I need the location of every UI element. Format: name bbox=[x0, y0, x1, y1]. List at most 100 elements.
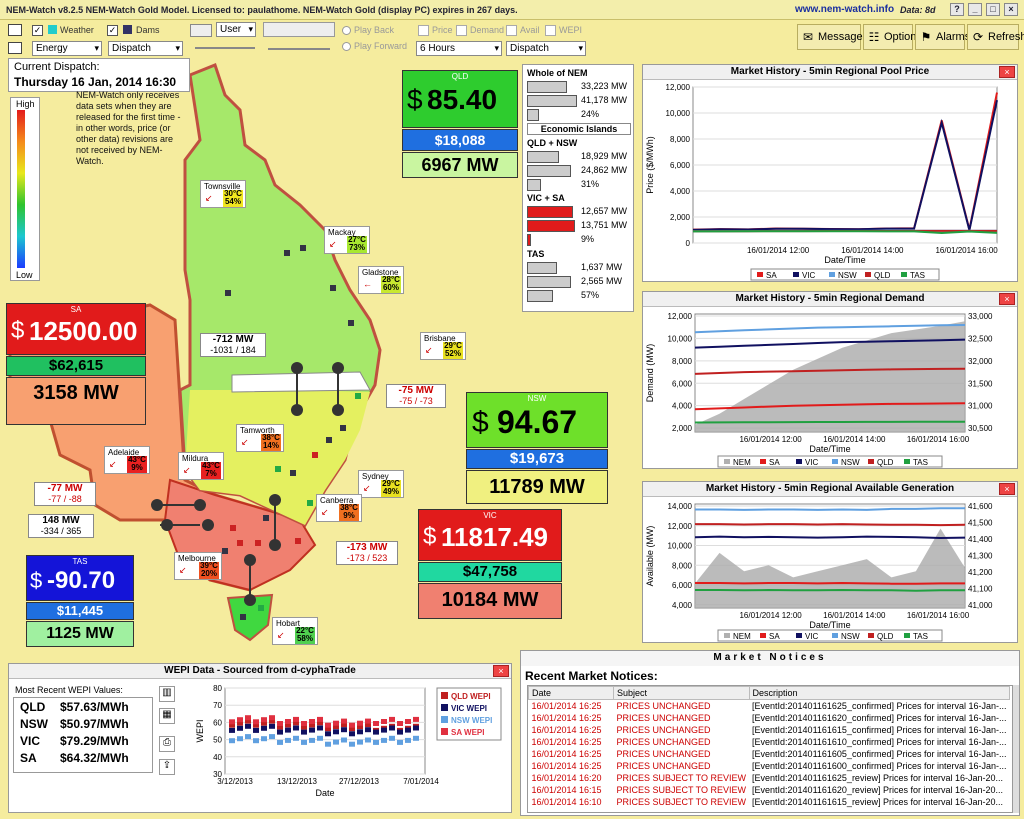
notice-row[interactable]: 16/01/2014 16:25 PRICES UNCHANGED [EventId… bbox=[529, 736, 1010, 748]
x-tick-label: 16/01/2014 12:00 bbox=[747, 246, 810, 255]
city-gladstone[interactable]: Gladstone ← 28°C 60% bbox=[358, 266, 404, 294]
y-tick-label: 12,000 bbox=[668, 312, 693, 321]
wepi-point bbox=[381, 737, 387, 743]
city-brisbane[interactable]: Brisbane ↙ 29°C 52% bbox=[420, 332, 466, 360]
murraylink-limits: -334 / 365 bbox=[40, 526, 82, 536]
col-date[interactable]: Date bbox=[528, 686, 614, 700]
y2-tick-label: 41,200 bbox=[968, 568, 993, 577]
y2-tick-label: 31,500 bbox=[968, 379, 993, 388]
y-tick-label: 80 bbox=[213, 684, 222, 693]
col-subject[interactable]: Subject bbox=[612, 686, 750, 700]
legend-label: VIC bbox=[805, 458, 819, 467]
vic-price-box[interactable]: VIC $ 11817.49 bbox=[418, 509, 562, 561]
sa-fcas-box: $62,615 bbox=[6, 356, 146, 376]
wepi-point bbox=[309, 719, 315, 724]
close-wepi-button[interactable]: × bbox=[493, 665, 509, 677]
website-link[interactable]: www.nem-watch.info bbox=[795, 4, 894, 15]
qni-flow-box[interactable]: -712 MW -1031 / 184 bbox=[200, 333, 266, 357]
vic-demand-box: 10184 MW bbox=[418, 583, 562, 619]
alarms-button[interactable]: ⚑ Alarms bbox=[915, 24, 970, 50]
city-canberra[interactable]: Canberra ↙ 38°C 9% bbox=[316, 494, 362, 522]
notice-row[interactable]: 16/01/2014 16:25 PRICES UNCHANGED [EventId… bbox=[529, 724, 1010, 736]
city-weather: 39°C 20% bbox=[199, 562, 219, 579]
tas-price-box[interactable]: TAS $ -90.70 bbox=[26, 555, 134, 601]
messages-button[interactable]: ✉ Messages bbox=[797, 24, 868, 50]
legend-label: NSW bbox=[838, 271, 857, 280]
wepi-point bbox=[397, 739, 403, 745]
col-description[interactable]: Description bbox=[748, 686, 1011, 700]
legend-swatch bbox=[757, 272, 763, 277]
notice-row[interactable]: 16/01/2014 16:25 PRICES UNCHANGED [EventId… bbox=[529, 712, 1010, 724]
whole-nem-bar bbox=[527, 95, 577, 107]
city-sydney[interactable]: Sydney ↙ 29°C 49% bbox=[358, 470, 404, 498]
notice-subject: PRICES SUBJECT TO REVIEW bbox=[616, 784, 747, 795]
wind-arrow-icon: ↙ bbox=[277, 630, 285, 640]
legend-swatch bbox=[441, 704, 448, 711]
y-tick-label: 10,000 bbox=[666, 109, 691, 118]
notice-description: [EventId:201401161600_confirmed] Prices … bbox=[752, 760, 1007, 771]
notices-scrollbar[interactable] bbox=[1013, 685, 1019, 813]
avail-chart: 14,000 12,000 10,000 8,000 6,000 4,000 41,600 4… bbox=[645, 502, 993, 642]
wepi-point bbox=[397, 721, 403, 726]
city-humidity: 9% bbox=[131, 463, 143, 472]
dir-flow-box[interactable]: -75 MW -75 / -73 bbox=[386, 384, 446, 408]
wind-arrow-icon: ↙ bbox=[183, 465, 191, 475]
notice-row[interactable]: 16/01/2014 16:10 PRICES SUBJECT TO REVIEW… bbox=[529, 796, 1010, 808]
help-button[interactable]: ? bbox=[950, 3, 964, 16]
city-mildura[interactable]: Mildura ↙ 43°C 7% bbox=[178, 452, 224, 480]
city-townsville[interactable]: Townsville ↙ 30°C 54% bbox=[200, 180, 246, 208]
notice-row[interactable]: 16/01/2014 16:15 PRICES SUBJECT TO REVIEW… bbox=[529, 784, 1010, 796]
wepi-chart: 8070605040303/12/2013 13/12/2013 27/12/201… bbox=[195, 684, 502, 798]
city-hobart[interactable]: Hobart ↙ 22°C 58% bbox=[272, 617, 318, 645]
close-price-chart-button[interactable]: × bbox=[999, 66, 1015, 78]
notice-date: 16/01/2014 16:25 bbox=[531, 700, 602, 711]
wepi-point bbox=[293, 716, 299, 722]
wepi-point bbox=[245, 734, 251, 740]
whole-nem-demand: 33,223 MW bbox=[581, 81, 628, 91]
table-icon[interactable]: ▦ bbox=[159, 708, 175, 724]
wepi-title: WEPI Data - Sourced from d-cyphaTrade bbox=[9, 664, 511, 679]
maximize-button[interactable]: □ bbox=[986, 3, 1000, 16]
sa-demand: 3158 MW bbox=[33, 382, 119, 404]
y-axis-label: Demand (MW) bbox=[645, 344, 655, 403]
refresh-button[interactable]: ⟳ Refresh bbox=[967, 24, 1024, 50]
heywood-flow-box[interactable]: -77 MW -77 / -88 bbox=[34, 482, 96, 506]
y-axis-label: Price ($/MWh) bbox=[645, 136, 655, 194]
legend-label: TAS bbox=[913, 632, 928, 641]
notice-row[interactable]: 16/01/2014 16:25 PRICES UNCHANGED [EventId… bbox=[529, 700, 1010, 712]
notice-row[interactable]: 16/01/2014 16:20 PRICES SUBJECT TO REVIEW… bbox=[529, 772, 1010, 784]
y-tick-label: 2,000 bbox=[670, 213, 691, 222]
wepi-point bbox=[261, 725, 267, 731]
qld-nsw-bar bbox=[527, 165, 571, 177]
close-window-button[interactable]: × bbox=[1004, 3, 1018, 16]
close-demand-chart-button[interactable]: × bbox=[999, 293, 1015, 305]
wind-arrow-icon: ← bbox=[363, 279, 372, 289]
notice-subject: PRICES SUBJECT TO REVIEW bbox=[616, 772, 747, 783]
qld-price-box[interactable]: QLD $ 85.40 bbox=[402, 70, 518, 128]
heywood-limits: -77 / -88 bbox=[48, 494, 82, 504]
murraylink-flow-box[interactable]: 148 MW -334 / 365 bbox=[28, 514, 94, 538]
export-icon[interactable]: ⇪ bbox=[159, 759, 175, 775]
sa-price-box[interactable]: SA $ 12500.00 bbox=[6, 303, 146, 355]
legend-label: NSW bbox=[841, 458, 860, 467]
options-button[interactable]: ☷ Options bbox=[863, 24, 922, 50]
city-humidity: 52% bbox=[444, 349, 461, 358]
close-avail-chart-button[interactable]: × bbox=[999, 483, 1015, 495]
print-icon[interactable]: ⎙ bbox=[159, 736, 175, 752]
notice-row[interactable]: 16/01/2014 16:25 PRICES UNCHANGED [EventId… bbox=[529, 760, 1010, 772]
tas-price: -90.70 bbox=[47, 567, 116, 594]
wepi-point bbox=[357, 729, 363, 735]
city-tamworth[interactable]: Tamworth ↙ 38°C 14% bbox=[236, 424, 284, 452]
vicnsw-flow-box[interactable]: -173 MW -173 / 523 bbox=[336, 541, 398, 565]
bar-chart-icon[interactable]: ▥ bbox=[159, 686, 175, 702]
legend-swatch bbox=[441, 692, 448, 699]
minimize-button[interactable]: _ bbox=[968, 3, 982, 16]
nsw-price-box[interactable]: NSW $ 94.67 bbox=[466, 392, 608, 448]
city-melbourne[interactable]: Melbourne ↙ 39°C 20% bbox=[174, 552, 222, 580]
city-mackay[interactable]: Mackay ↙ 27°C 73% bbox=[324, 226, 370, 254]
qld-fcas: $18,088 bbox=[434, 132, 486, 148]
wepi-point bbox=[269, 715, 275, 721]
city-adelaide[interactable]: Adelaide ↙ 43°C 9% bbox=[104, 446, 150, 474]
notice-row[interactable]: 16/01/2014 16:25 PRICES UNCHANGED [EventId… bbox=[529, 748, 1010, 760]
demand-chart-title: Market History - 5min Regional Demand bbox=[643, 292, 1017, 307]
